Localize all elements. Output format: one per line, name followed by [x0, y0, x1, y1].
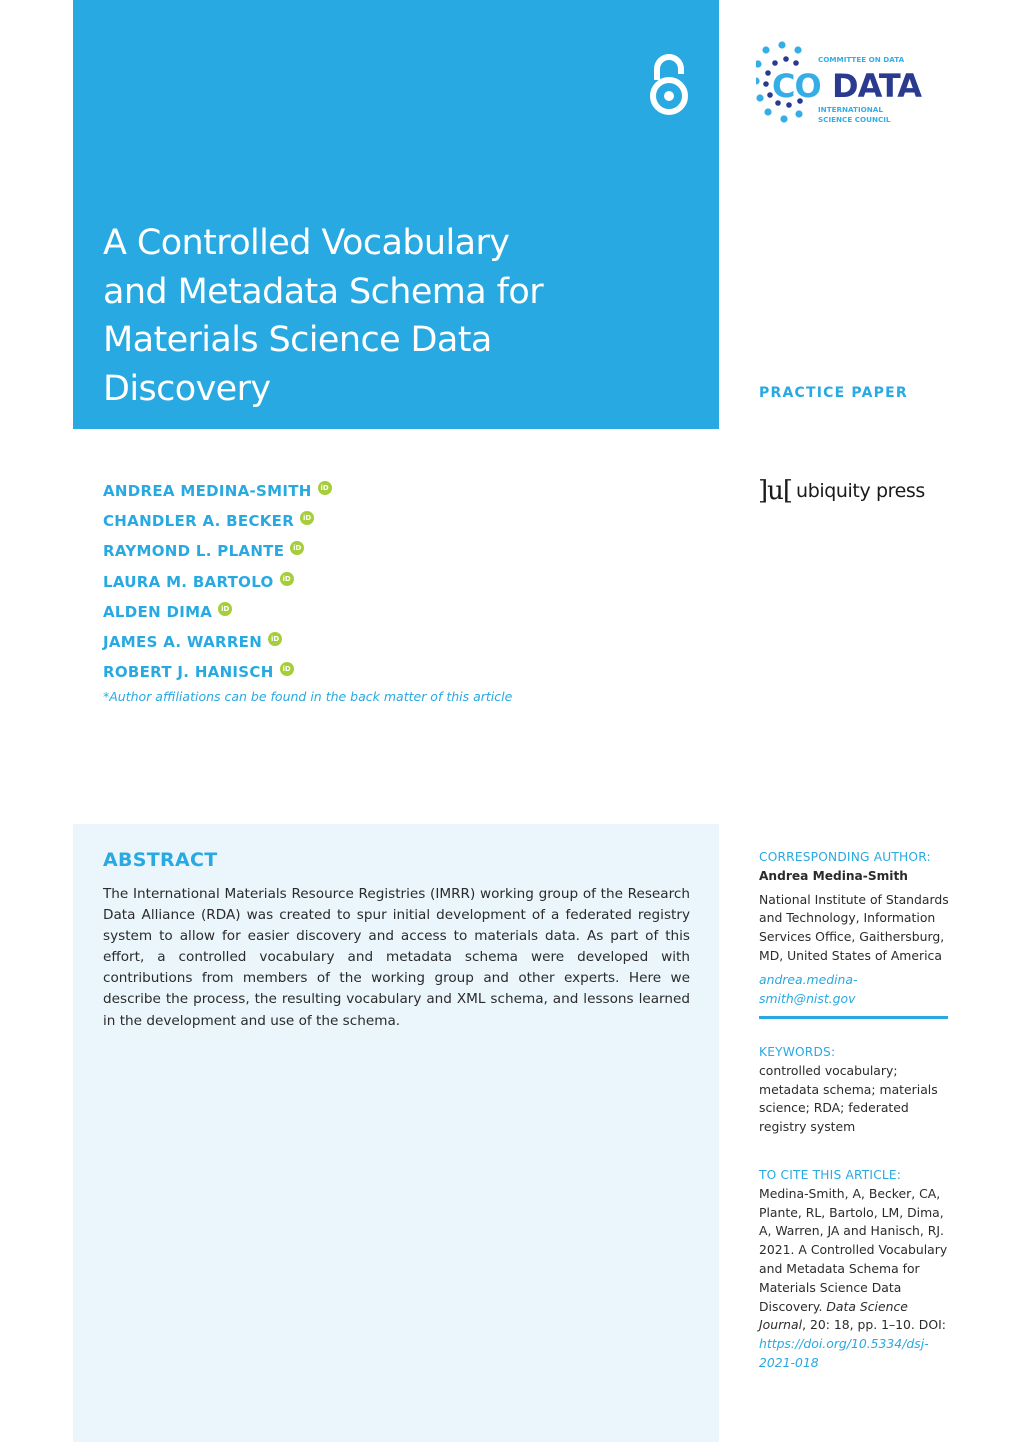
author-item: JAMES A. WARREN iD: [103, 627, 512, 657]
author-list: ANDREA MEDINA-SMITH iD CHANDLER A. BECKE…: [103, 476, 512, 704]
codata-tagline-bottom-2: SCIENCE COUNCIL: [818, 115, 891, 124]
author-name[interactable]: RAYMOND L. PLANTE: [103, 542, 284, 560]
title-line: and Metadata Schema for: [103, 271, 544, 312]
author-item: LAURA M. BARTOLO iD: [103, 567, 512, 597]
corresponding-author-block: CORRESPONDING AUTHOR: Andrea Medina-Smit…: [759, 848, 949, 1008]
article-type-label: PRACTICE PAPER: [759, 385, 908, 401]
author-name[interactable]: ROBERT J. HANISCH: [103, 663, 274, 681]
codata-tagline-bottom-1: INTERNATIONAL: [818, 105, 883, 114]
author-name[interactable]: JAMES A. WARREN: [103, 633, 262, 651]
codata-co: CO: [772, 67, 821, 105]
ubiquity-mark-icon: ]u[: [758, 476, 793, 506]
abstract-heading: ABSTRACT: [103, 849, 218, 871]
corresponding-author-name: Andrea Medina-Smith: [759, 868, 908, 883]
affiliation-note: *Author affiliations can be found in the…: [103, 689, 513, 705]
author-item: ALDEN DIMA iD: [103, 597, 512, 627]
orcid-icon[interactable]: iD: [268, 632, 283, 647]
author-name[interactable]: CHANDLER A. BECKER: [103, 512, 294, 530]
orcid-icon[interactable]: iD: [300, 511, 315, 526]
author-item: RAYMOND L. PLANTE iD: [103, 536, 512, 566]
keywords-block: KEYWORDS: controlled vocabulary; metadat…: [759, 1043, 949, 1137]
corresponding-author-email[interactable]: andrea.medina-smith@nist.gov: [759, 971, 949, 1009]
article-title: A Controlled Vocabulary and Metadata Sch…: [103, 219, 623, 413]
author-name[interactable]: LAURA M. BARTOLO: [103, 573, 274, 591]
corresponding-author-label: CORRESPONDING AUTHOR:: [759, 850, 931, 864]
author-item: CHANDLER A. BECKER iD: [103, 506, 512, 536]
section-divider: [759, 1016, 948, 1019]
author-item: ANDREA MEDINA-SMITH iD: [103, 476, 512, 506]
ubiquity-press-logo: ]u[ ubiquity press: [758, 476, 925, 506]
title-line: A Controlled Vocabulary: [103, 223, 510, 263]
citation-volume-pages: , 20: 18, pp. 1–10. DOI:: [802, 1317, 946, 1333]
orcid-icon[interactable]: iD: [279, 662, 294, 677]
citation-text: Medina-Smith, A, Becker, CA, Plante, RL,…: [759, 1185, 949, 1373]
codata-logo: COMMITTEE ON DATA CO DATA INTERNATIONAL …: [756, 41, 923, 124]
author-name[interactable]: ALDEN DIMA: [103, 603, 212, 621]
abstract-body: The International Materials Resource Reg…: [103, 886, 690, 1029]
citation-block: TO CITE THIS ARTICLE: Medina-Smith, A, B…: [759, 1166, 949, 1373]
citation-doi-link[interactable]: https://doi.org/10.5334/dsj-2021-018: [759, 1336, 929, 1370]
citation-authors-title: Medina-Smith, A, Becker, CA, Plante, RL,…: [759, 1185, 948, 1314]
keywords-text: controlled vocabulary; metadata schema; …: [759, 1062, 938, 1135]
codata-tagline-top: COMMITTEE ON DATA: [818, 55, 905, 64]
title-line: Discovery: [103, 368, 271, 409]
open-access-lock-icon: [650, 54, 688, 115]
orcid-icon[interactable]: iD: [218, 601, 233, 616]
citation-label: TO CITE THIS ARTICLE:: [759, 1168, 902, 1182]
orcid-icon[interactable]: iD: [279, 571, 294, 586]
author-name[interactable]: ANDREA MEDINA-SMITH: [103, 482, 312, 500]
orcid-icon[interactable]: iD: [290, 541, 305, 556]
publisher-name: ubiquity press: [796, 480, 925, 502]
codata-data: DATA: [832, 67, 922, 105]
author-item: ROBERT J. HANISCH iD: [103, 657, 512, 687]
title-line: Materials Science Data: [103, 320, 492, 360]
orcid-icon[interactable]: iD: [317, 481, 332, 496]
keywords-label: KEYWORDS:: [759, 1045, 836, 1059]
corresponding-author-address: National Institute of Standards and Tech…: [759, 891, 949, 963]
